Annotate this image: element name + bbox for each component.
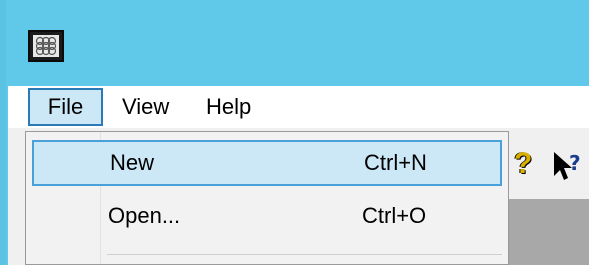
question-icon[interactable]: ?	[514, 148, 532, 180]
application-window: File View Help ? ? New Ctrl+N Open... Ct…	[0, 0, 589, 265]
menu-item-new-shortcut: Ctrl+N	[364, 150, 427, 175]
menu-file-label: File	[47, 94, 84, 119]
menu-help[interactable]: Help	[196, 88, 261, 126]
app-grid-icon[interactable]	[28, 30, 64, 62]
menu-item-open[interactable]: Open... Ctrl+O	[32, 195, 502, 241]
file-menu-dropdown: New Ctrl+N Open... Ctrl+O	[25, 131, 509, 265]
document-area	[508, 199, 589, 265]
menu-view[interactable]: View	[112, 88, 179, 126]
help-pointer-icon[interactable]: ?	[552, 148, 586, 184]
menu-item-open-label: Open...	[108, 203, 181, 228]
menu-item-new-label: New	[110, 150, 155, 175]
menu-item-new[interactable]: New Ctrl+N	[32, 140, 502, 186]
menu-help-label: Help	[206, 94, 252, 119]
menu-bar: File View Help	[8, 86, 589, 128]
menu-view-label: View	[122, 94, 170, 119]
window-left-frame	[0, 0, 6, 265]
toolbar: ? ?	[508, 140, 589, 190]
svg-text:?: ?	[569, 151, 581, 175]
menu-separator	[107, 254, 502, 255]
menu-item-open-shortcut: Ctrl+O	[362, 203, 427, 228]
menu-file[interactable]: File	[28, 88, 103, 126]
